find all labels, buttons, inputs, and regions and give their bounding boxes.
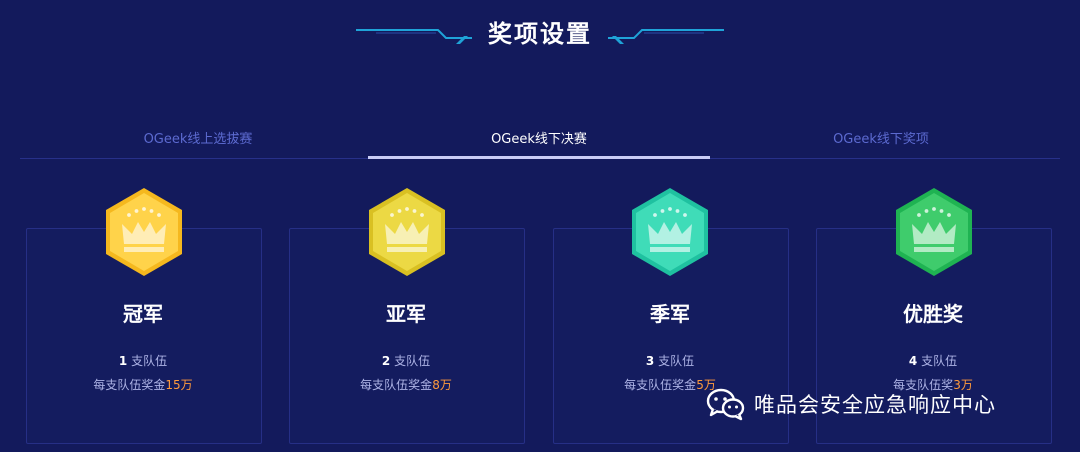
star-icon (420, 213, 424, 217)
star-icon (157, 213, 161, 217)
star-icon (149, 209, 154, 213)
bonus-amount: 15万 (165, 378, 193, 392)
star-icon (917, 213, 921, 217)
star-icon (675, 209, 680, 213)
bonus-label: 每支队伍奖金 (360, 378, 433, 392)
team-count: 4 支队伍 (816, 352, 1050, 369)
team-count-number: 4 (908, 354, 918, 368)
bonus-amount: 8万 (432, 378, 452, 392)
star-icon (947, 213, 951, 217)
team-count-suffix: 支队伍 (394, 354, 431, 368)
prize-name: 亚军 (386, 302, 426, 326)
crown-badge-icon (106, 188, 182, 276)
star-icon (660, 209, 665, 213)
star-icon (397, 209, 402, 213)
watermark: 唯品会安全应急响应中心 (706, 384, 996, 424)
star-icon (412, 209, 417, 213)
active-tab-indicator (368, 156, 710, 159)
tab-online-selection[interactable]: OGeek线上选拔赛 (28, 128, 368, 160)
team-count: 1 支队伍 (26, 352, 260, 369)
star-icon (939, 209, 944, 213)
team-count-number: 2 (381, 354, 391, 368)
star-icon (142, 207, 146, 211)
team-count-suffix: 支队伍 (131, 354, 168, 368)
wechat-icon (706, 388, 745, 421)
star-icon (683, 213, 687, 217)
prize-name: 优胜奖 (903, 302, 963, 326)
tab-offline-awards[interactable]: OGeek线下奖项 (710, 128, 1052, 160)
team-count: 3 支队伍 (553, 352, 787, 369)
team-count-number: 1 (118, 354, 128, 368)
team-count: 2 支队伍 (289, 352, 523, 369)
star-icon (653, 213, 657, 217)
prize-name: 冠军 (123, 302, 163, 326)
team-count-suffix: 支队伍 (658, 354, 695, 368)
crown-badge-icon (896, 188, 972, 276)
bonus-info: 每支队伍奖金8万 (289, 376, 523, 393)
star-icon (924, 209, 929, 213)
crown-badge-icon (632, 188, 708, 276)
star-icon (390, 213, 394, 217)
watermark-text: 唯品会安全应急响应中心 (754, 393, 996, 417)
crown-badge-icon (369, 188, 445, 276)
bonus-label: 每支队伍奖金 (93, 378, 166, 392)
star-icon (405, 207, 409, 211)
star-icon (127, 213, 131, 217)
team-count-number: 3 (645, 354, 655, 368)
star-icon (134, 209, 139, 213)
star-icon (668, 207, 672, 211)
prize-name: 季军 (650, 302, 690, 326)
bonus-label: 每支队伍奖金 (624, 378, 697, 392)
team-count-suffix: 支队伍 (921, 354, 958, 368)
page-title: 奖项设置 (488, 20, 592, 48)
bonus-info: 每支队伍奖金15万 (26, 376, 260, 393)
title-area: 奖项设置 (0, 0, 1080, 60)
star-icon (932, 207, 936, 211)
title-right-decoration (608, 29, 724, 44)
